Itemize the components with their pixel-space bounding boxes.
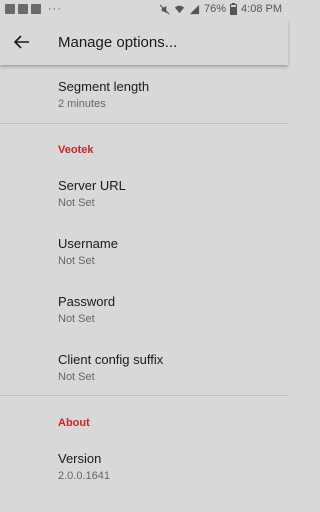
pref-client-config-suffix[interactable]: Client config suffix Not Set xyxy=(58,352,278,384)
pref-title: Username xyxy=(58,236,118,251)
category-header-about: About xyxy=(58,417,90,429)
pref-server-url[interactable]: Server URL Not Set xyxy=(58,178,278,210)
pref-password[interactable]: Password Not Set xyxy=(58,294,278,326)
mute-icon xyxy=(159,4,170,14)
pref-title: Version xyxy=(58,451,102,466)
notification-icons: ··· xyxy=(5,3,62,15)
pref-summary: Not Set xyxy=(58,197,95,209)
battery-icon xyxy=(230,3,238,15)
pref-summary: Not Set xyxy=(58,371,95,383)
back-button[interactable] xyxy=(10,30,34,54)
category-header-veotek: Veotek xyxy=(58,144,94,156)
system-icons: 76% 4:08 PM xyxy=(159,3,282,15)
divider xyxy=(0,123,288,124)
pref-version[interactable]: Version 2.0.0.1641 xyxy=(58,451,278,483)
pref-title: Password xyxy=(58,294,116,309)
battery-percent: 76% xyxy=(204,3,227,15)
pref-title: Segment length xyxy=(58,79,150,94)
status-bar: ··· 76% 4:08 PM xyxy=(0,0,288,20)
app-toolbar: Manage options... xyxy=(0,20,288,65)
clock: 4:08 PM xyxy=(241,3,282,15)
pref-segment-length[interactable]: Segment length 2 minutes xyxy=(58,79,278,111)
app-notification-icon-2 xyxy=(31,4,41,14)
pref-summary: 2.0.0.1641 xyxy=(58,470,110,482)
arrow-back-icon xyxy=(14,35,29,49)
divider xyxy=(0,395,288,396)
pref-title: Server URL xyxy=(58,178,126,193)
pref-summary: Not Set xyxy=(58,313,95,325)
app-notification-icon xyxy=(18,4,28,14)
wifi-icon xyxy=(174,5,185,13)
pref-summary: 2 minutes xyxy=(58,98,106,110)
signal-icon xyxy=(189,4,200,14)
pref-summary: Not Set xyxy=(58,255,95,267)
image-notification-icon xyxy=(5,4,15,14)
page-title: Manage options... xyxy=(58,34,178,51)
pref-title: Client config suffix xyxy=(58,352,164,367)
overflow-dots-icon: ··· xyxy=(48,3,62,15)
pref-username[interactable]: Username Not Set xyxy=(58,236,278,268)
